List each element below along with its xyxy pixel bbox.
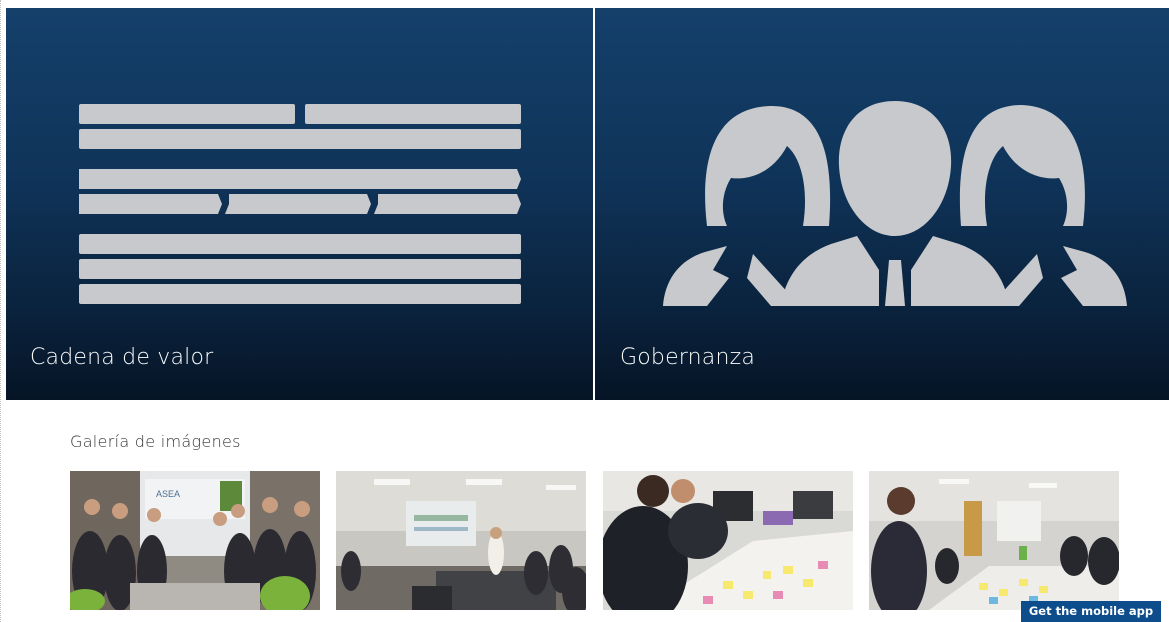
team-session-photo-image [869,471,1119,610]
value-chain-bars-icon [79,104,521,304]
meeting-room-photo-image [336,471,586,610]
tile-title-gobernanza: Gobernanza [620,345,756,370]
get-mobile-app-button[interactable]: Get the mobile app [1021,601,1161,622]
gallery-title: Galería de imágenes [70,432,241,451]
people-group-icon [663,101,1127,306]
gallery-photo-4[interactable] [869,471,1119,610]
gallery-photo-3[interactable] [603,471,853,610]
tile-gobernanza[interactable]: Gobernanza [595,8,1169,400]
top-strip [0,0,1169,8]
slide-logo-text: ASEA [156,489,180,499]
workshop-photo-image [603,471,853,610]
tile-title-cadena-de-valor: Cadena de valor [30,345,214,370]
gallery-photo-2[interactable] [336,471,586,610]
gallery-photo-1[interactable]: ASEA [70,471,320,610]
group-photo-image: ASEA [70,471,320,610]
tile-cadena-de-valor[interactable]: Cadena de valor [6,8,593,400]
